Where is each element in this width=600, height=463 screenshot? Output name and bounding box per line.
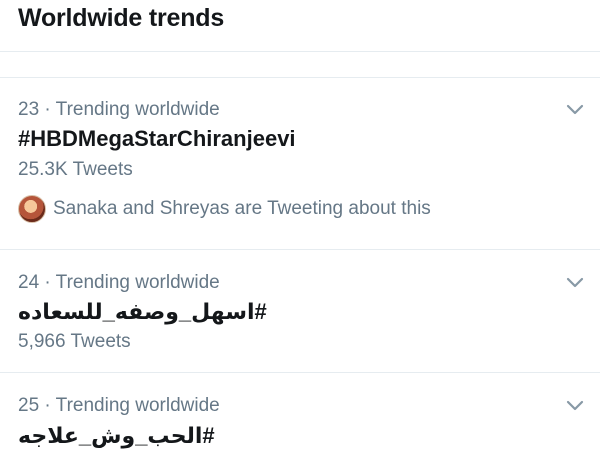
trend-tweet-count: 25.3K Tweets [18,159,133,180]
trend-item[interactable]: 24 · Trending worldwide #اسهل_وصفه_للسعا… [0,250,600,373]
trend-hashtag[interactable]: #الحب_وش_علاجه [18,423,215,449]
chevron-down-icon[interactable] [565,399,585,413]
social-context-text: Sanaka and Shreyas are Tweeting about th… [53,198,431,219]
trend-meta: 23 · Trending worldwide [18,99,220,120]
trend-hashtag[interactable]: #HBDMegaStarChiranjeevi [18,126,296,152]
avatar [18,195,46,223]
trend-item[interactable]: 23 · Trending worldwide #HBDMegaStarChir… [0,78,600,250]
page-header: Worldwide trends [0,0,600,52]
chevron-down-icon[interactable] [565,276,585,290]
trend-meta: 25 · Trending worldwide [18,395,220,416]
trend-meta: 24 · Trending worldwide [18,272,220,293]
chevron-down-icon[interactable] [565,103,585,117]
trend-tweet-count: 5,966 Tweets [18,331,131,352]
trend-social-context: Sanaka and Shreyas are Tweeting about th… [18,195,431,223]
trend-hashtag[interactable]: #اسهل_وصفه_للسعاده [18,299,267,325]
page-title: Worldwide trends [18,4,225,32]
section-divider [0,52,600,78]
